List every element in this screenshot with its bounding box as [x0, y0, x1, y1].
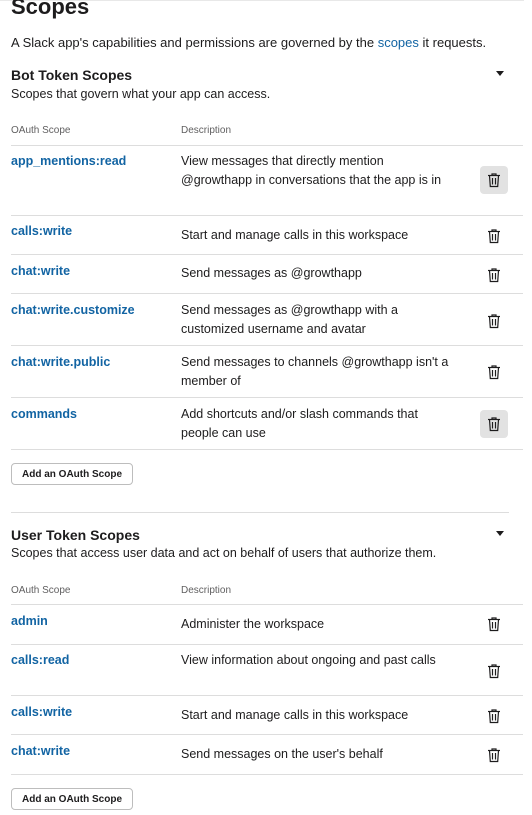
intro-prefix: A Slack app's capabilities and permissio…	[11, 35, 378, 50]
trash-icon[interactable]	[480, 657, 508, 685]
scope-name[interactable]: app_mentions:read	[11, 154, 126, 168]
trash-icon[interactable]	[480, 358, 508, 386]
page-title: Scopes	[11, 0, 90, 19]
scope-description: Send messages on the user's behalf	[181, 747, 383, 761]
bot-col-description: Description	[181, 125, 232, 136]
caret-down-icon[interactable]	[496, 71, 504, 76]
trash-icon[interactable]	[480, 610, 508, 638]
scope-description: Send messages to channels @growthapp isn…	[181, 355, 449, 388]
caret-down-icon[interactable]	[496, 531, 504, 536]
bot-section-subtitle: Scopes that govern what your app can acc…	[11, 87, 271, 101]
bot-section-title: Bot Token Scopes	[11, 67, 133, 83]
scope-description: View messages that directly mention @gro…	[181, 154, 442, 187]
divider	[11, 293, 523, 294]
divider	[11, 695, 523, 696]
user-section-title: User Token Scopes	[11, 527, 140, 543]
scope-name[interactable]: chat:write.public	[11, 355, 110, 369]
scope-description: Send messages as @growthapp	[181, 266, 362, 280]
scope-description: Start and manage calls in this workspace	[181, 228, 409, 242]
user-col-scope: OAuth Scope	[11, 585, 71, 596]
divider	[11, 215, 523, 216]
trash-icon[interactable]	[480, 222, 508, 250]
divider	[11, 145, 523, 146]
scope-name[interactable]: commands	[11, 407, 77, 421]
trash-icon[interactable]	[480, 410, 508, 438]
trash-icon[interactable]	[480, 702, 508, 730]
bot-col-scope: OAuth Scope	[11, 125, 71, 136]
trash-icon[interactable]	[480, 741, 508, 769]
scope-description: Start and manage calls in this workspace	[181, 708, 409, 722]
add-oauth-scope-button[interactable]: Add an OAuth Scope	[11, 788, 133, 810]
trash-icon[interactable]	[480, 166, 508, 194]
divider	[11, 254, 523, 255]
divider	[11, 604, 523, 605]
trash-icon[interactable]	[480, 261, 508, 289]
scope-name[interactable]: chat:write.customize	[11, 303, 135, 317]
user-section-subtitle: Scopes that access user data and act on …	[11, 546, 437, 560]
scope-description: View information about ongoing and past …	[181, 653, 436, 667]
scope-description: Add shortcuts and/or slash commands that…	[181, 407, 418, 440]
scope-description: Send messages as @growthapp with a custo…	[181, 303, 398, 336]
scope-name[interactable]: calls:read	[11, 653, 69, 667]
add-oauth-scope-button[interactable]: Add an OAuth Scope	[11, 463, 133, 485]
page-intro: A Slack app's capabilities and permissio…	[11, 35, 486, 50]
scope-name[interactable]: admin	[11, 614, 48, 628]
scopes-link[interactable]: scopes	[378, 35, 419, 50]
section-divider	[11, 512, 509, 513]
scope-name[interactable]: chat:write	[11, 264, 70, 278]
scope-name[interactable]: calls:write	[11, 705, 72, 719]
divider	[11, 449, 523, 450]
divider	[11, 644, 523, 645]
divider	[11, 397, 523, 398]
divider	[11, 734, 523, 735]
scope-description: Administer the workspace	[181, 617, 325, 631]
divider	[11, 774, 523, 775]
scope-name[interactable]: calls:write	[11, 224, 72, 238]
trash-icon[interactable]	[480, 307, 508, 335]
user-col-description: Description	[181, 585, 232, 596]
divider	[11, 345, 523, 346]
scope-name[interactable]: chat:write	[11, 744, 70, 758]
intro-suffix: it requests.	[418, 35, 487, 50]
